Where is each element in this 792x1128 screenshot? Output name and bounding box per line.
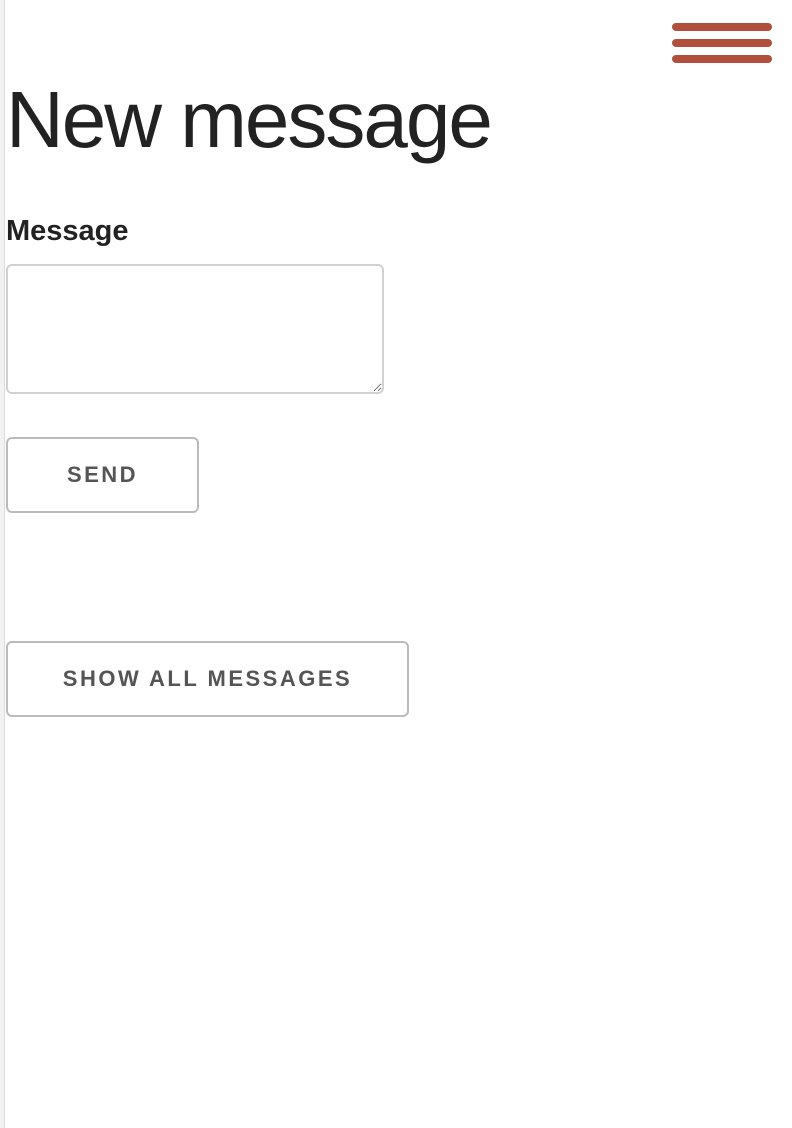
show-all-messages-button[interactable]: SHOW ALL MESSAGES [6,641,409,717]
hamburger-menu-icon[interactable] [670,20,774,70]
message-label: Message [6,215,129,247]
menu-bar-top [672,23,772,31]
send-button[interactable]: SEND [6,437,199,513]
left-edge-divider [0,0,5,1128]
page-title: New message [6,75,493,164]
message-textarea[interactable] [6,264,384,394]
menu-bar-middle [672,39,772,47]
menu-bar-bottom [672,55,772,63]
